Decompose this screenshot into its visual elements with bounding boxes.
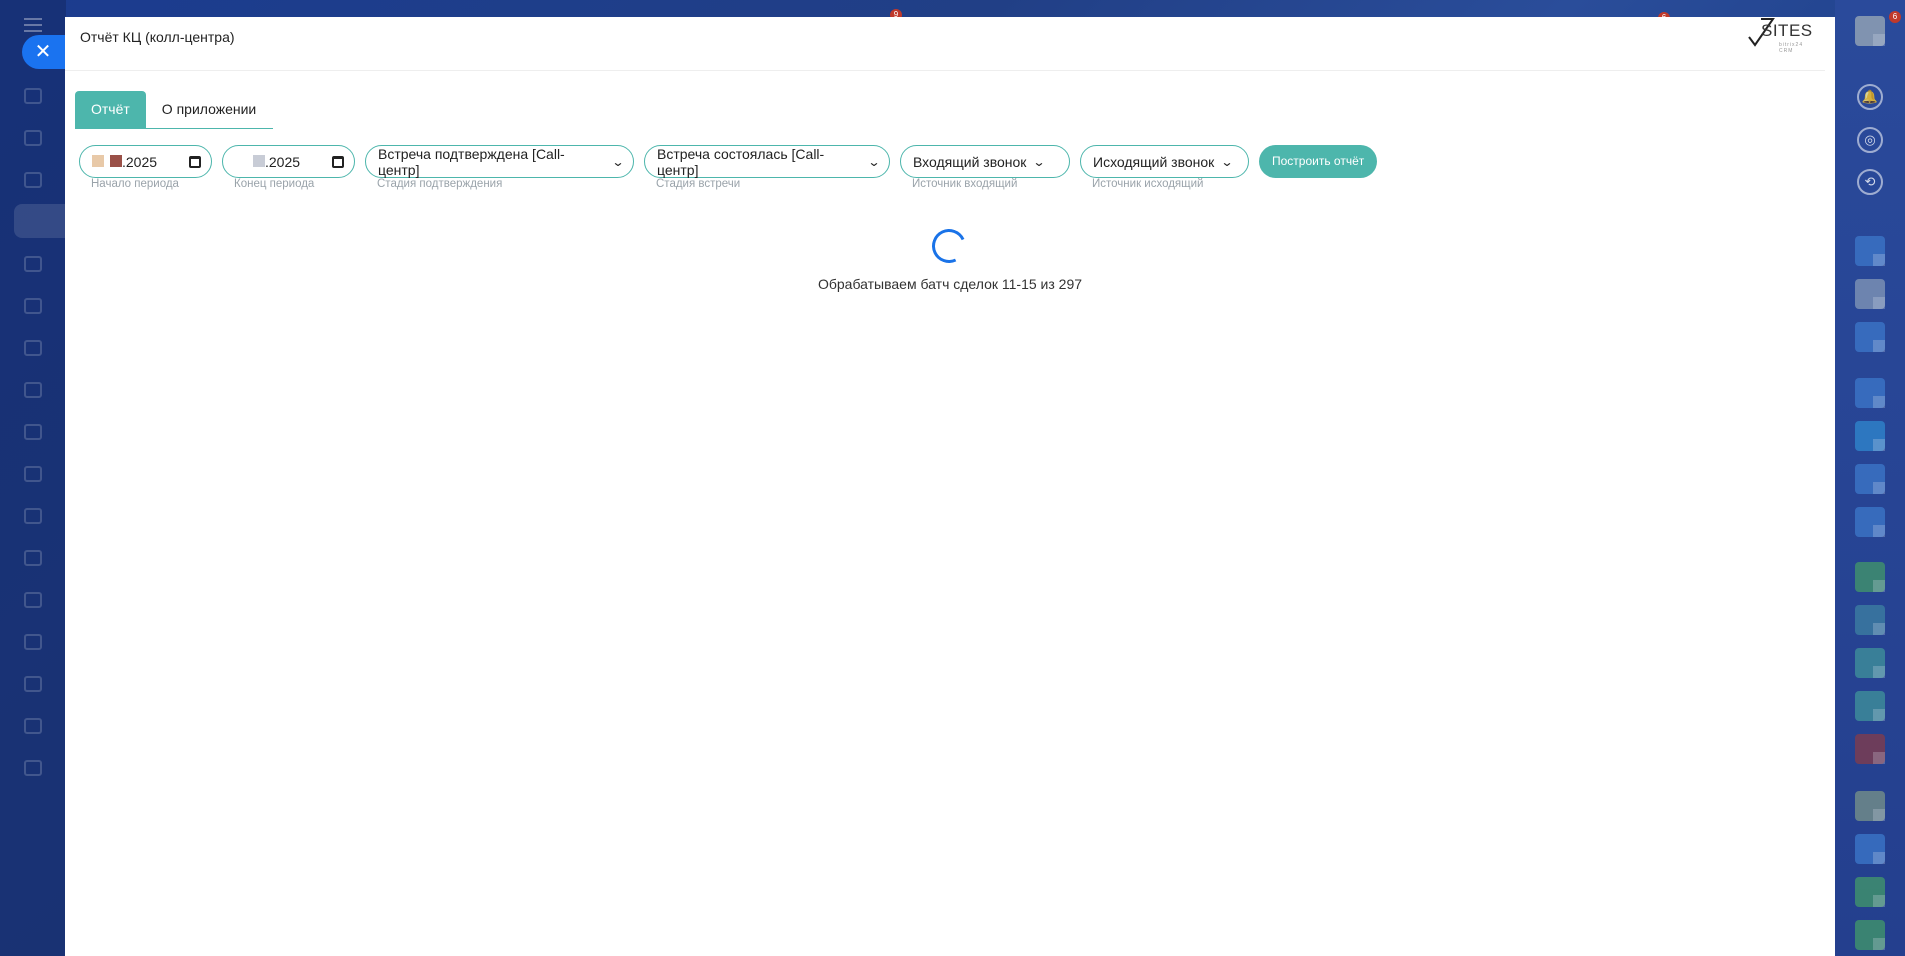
contact-avatar[interactable] [1855,734,1885,764]
contact-avatar[interactable] [1855,648,1885,678]
sidebar-icon [24,256,42,272]
chevron-down-icon: ⌄ [867,154,881,169]
sidebar-active-item [14,204,66,238]
logo-subtext: bitrix24 CRM [1779,42,1804,54]
sidebar-icon [24,340,42,356]
bell-icon[interactable]: 🔔 [1857,84,1883,110]
outgoing-source-select[interactable]: Исходящий звонок ⌄ [1080,145,1249,178]
start-date-hint: Начало периода [91,178,179,190]
status-text: Обрабатываем батч сделок 11-15 из 297 [817,276,1083,292]
contact-avatar[interactable] [1855,507,1885,537]
redacted-block [235,155,247,167]
chevron-down-icon: ⌄ [1220,154,1234,169]
confirm-stage-field: Встреча подтверждена [Call-центр] ⌄ Стад… [365,145,634,190]
report-modal: Отчёт КЦ (колл-центра) SITES bitrix24 CR… [65,17,1835,956]
sidebar-icon [24,466,42,482]
end-date-hint: Конец периода [234,178,315,190]
incoming-source-value: Входящий звонок [913,153,1027,170]
build-report-button[interactable]: Построить отчёт [1259,145,1378,178]
sidebar-icon [24,718,42,734]
contact-avatar[interactable] [1855,920,1885,950]
contact-avatar[interactable] [1855,322,1885,352]
confirm-stage-value: Встреча подтверждена [Call-центр] [378,145,565,178]
chevron-down-icon: ⌄ [611,154,625,169]
user-avatar[interactable] [1855,16,1885,46]
chevron-down-icon: ⌄ [1032,154,1047,169]
contact-avatar[interactable] [1855,877,1885,907]
sidebar-icon [24,130,42,146]
sidebar-icon [24,550,42,566]
incoming-source-hint: Источник входящий [912,178,1018,190]
menu-icon [24,18,42,32]
start-date-input[interactable]: .2025 [79,145,212,178]
redacted-block [92,154,104,167]
sidebar-icon [24,676,42,692]
outgoing-source-field: Исходящий звонок ⌄ Источник исходящий [1080,145,1249,190]
sidebar-icon [24,760,42,776]
tab-about[interactable]: О приложении [146,91,272,128]
incoming-source-select[interactable]: Входящий звонок ⌄ [900,145,1070,178]
outgoing-source-hint: Источник исходящий [1092,178,1204,190]
outgoing-source-value: Исходящий звонок [1093,153,1215,170]
meeting-stage-value: Встреча состоялась [Call-центр] [657,145,825,178]
confirm-stage-select[interactable]: Встреча подтверждена [Call-центр] ⌄ [365,145,634,178]
close-button[interactable]: ✕ [22,35,66,69]
contact-avatar[interactable] [1855,834,1885,864]
sidebar-icon [24,634,42,650]
contact-avatar[interactable] [1855,236,1885,266]
sites-logo: SITES bitrix24 CRM [1747,17,1817,54]
loading-spinner [927,224,971,268]
contact-avatar[interactable] [1855,378,1885,408]
end-date-input[interactable]: .2025 [222,145,355,178]
modal-header: Отчёт КЦ (колл-центра) SITES bitrix24 CR… [65,17,1825,71]
sidebar-icon [24,424,42,440]
background-right-rail: 6 🔔 ◎ ⟲ [1835,0,1905,956]
logo-text: SITES [1761,21,1813,40]
contact-avatar[interactable] [1855,562,1885,592]
notification-badge: 6 [1889,11,1901,23]
sidebar-icon [24,298,42,314]
close-icon: ✕ [34,41,52,63]
end-date-value: .2025 [265,153,301,170]
chat-sync-icon[interactable]: ⟲ [1857,169,1883,195]
contact-avatar[interactable] [1855,791,1885,821]
redacted-block [253,154,265,167]
sidebar-icon [24,382,42,398]
incoming-source-field: Входящий звонок ⌄ Источник входящий [900,145,1070,190]
contact-avatar[interactable] [1855,421,1885,451]
sidebar-icon [24,592,42,608]
calendar-icon[interactable] [189,155,201,168]
sidebar-icon [24,172,42,188]
contact-avatar[interactable] [1855,691,1885,721]
start-date-value: .2025 [122,153,158,170]
meeting-stage-hint: Стадия встречи [656,178,741,190]
sidebar-icon [24,508,42,524]
tab-bar: Отчёт О приложении [75,91,273,129]
target-icon[interactable]: ◎ [1857,127,1883,153]
start-date-field: .2025 Начало периода [79,145,212,190]
contact-avatar[interactable] [1855,464,1885,494]
meeting-stage-select[interactable]: Встреча состоялась [Call-центр] ⌄ [644,145,890,178]
meeting-stage-field: Встреча состоялась [Call-центр] ⌄ Стадия… [644,145,890,190]
redacted-block [110,154,122,167]
contact-avatar[interactable] [1855,279,1885,309]
contact-avatar[interactable] [1855,605,1885,635]
end-date-field: .2025 Конец периода [222,145,355,190]
sidebar-icon [24,88,42,104]
background-sidebar [0,0,66,956]
confirm-stage-hint: Стадия подтверждения [377,178,503,190]
filter-bar: .2025 Начало периода .2025 Конец периода… [79,145,1378,190]
tab-report[interactable]: Отчёт [75,91,146,128]
calendar-icon[interactable] [332,155,344,168]
modal-title: Отчёт КЦ (колл-центра) [80,29,235,45]
